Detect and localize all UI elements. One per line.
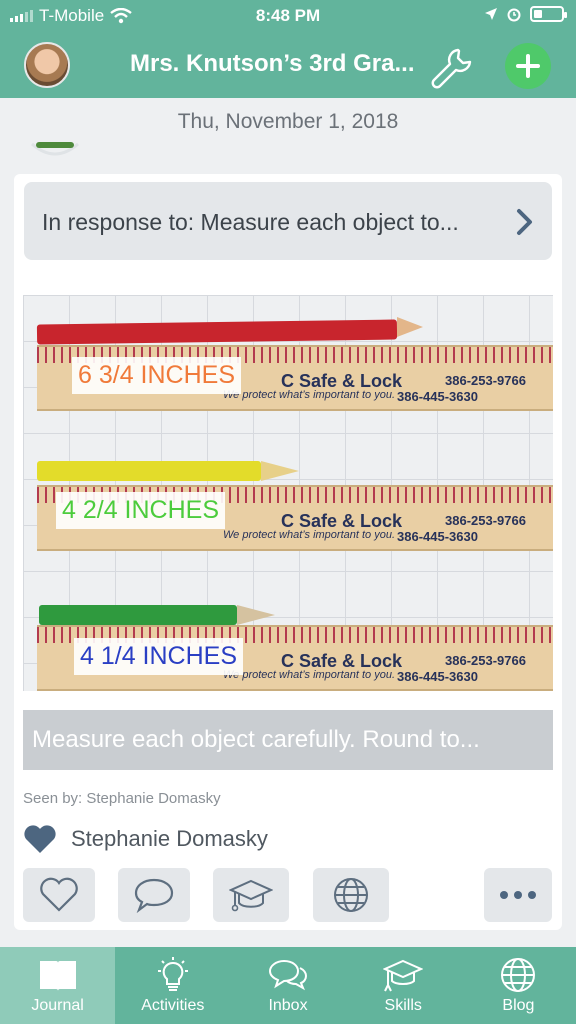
grad-cap-icon — [383, 959, 424, 992]
like-button[interactable] — [23, 868, 95, 922]
add-button[interactable] — [505, 43, 551, 89]
tab-activities[interactable]: Activities — [115, 947, 230, 1024]
response-link[interactable]: In response to: Measure each object to..… — [24, 182, 552, 260]
status-bar: T-Mobile 8:48 PM — [0, 0, 576, 32]
journal-icon — [39, 961, 76, 991]
location-icon — [485, 8, 497, 20]
alarm-icon — [507, 8, 521, 22]
battery-icon — [530, 6, 567, 22]
pencil-tip — [261, 461, 299, 481]
app-header: T-Mobile 8:48 PM Mrs. Knutson’s 3rd Gra.… — [0, 0, 576, 98]
liked-by: Stephanie Domasky — [23, 824, 268, 854]
tab-bar: Journal Activities Inbox Skills Blog — [0, 947, 576, 1024]
post-card: In response to: Measure each object to..… — [14, 174, 562, 930]
skill-button[interactable] — [213, 868, 289, 922]
chevron-right-icon — [517, 209, 532, 235]
class-title[interactable]: Mrs. Knutson’s 3rd Gra... — [130, 50, 415, 78]
liker-name: Stephanie Domasky — [71, 826, 268, 851]
response-text: In response to: Measure each object to..… — [42, 209, 459, 235]
share-button[interactable] — [313, 868, 389, 922]
globe-icon — [334, 878, 368, 912]
tab-blog[interactable]: Blog — [461, 947, 576, 1024]
measurement-label: 6 3/4 INCHES — [72, 357, 242, 394]
tab-label: Blog — [502, 997, 535, 1014]
post-caption[interactable]: Measure each object carefully. Round to.… — [23, 710, 553, 770]
chat-bubbles-icon — [268, 959, 308, 991]
tab-label: Activities — [141, 997, 205, 1014]
ruler-phone: 386-253-9766 — [445, 513, 526, 528]
ruler-phone: 386-253-9766 — [445, 373, 526, 388]
status-right — [484, 6, 567, 22]
pencil-tip — [397, 317, 423, 337]
ruler-phone: 386-445-3630 — [397, 529, 478, 544]
ruler-tagline: We protect what’s important to you. — [223, 669, 396, 681]
measurement-label: 4 1/4 INCHES — [74, 638, 244, 675]
plus-icon — [516, 54, 540, 78]
ruler-phone: 386-445-3630 — [397, 389, 478, 404]
tab-skills[interactable]: Skills — [346, 947, 461, 1024]
more-button[interactable] — [484, 868, 552, 922]
pencil-green — [39, 605, 237, 625]
avatar[interactable] — [24, 42, 70, 88]
heart-filled-icon — [24, 825, 56, 853]
tab-journal[interactable]: Journal — [0, 947, 116, 1024]
ruler-phone: 386-445-3630 — [397, 669, 478, 684]
ruler-tagline: We protect what’s important to you. — [223, 389, 396, 401]
pencil-tip — [237, 605, 275, 625]
heart-icon — [40, 877, 78, 912]
measurement-label: 4 2/4 INCHES — [56, 492, 226, 529]
seen-by: Seen by: Stephanie Domasky — [23, 790, 221, 807]
tab-label: Skills — [384, 997, 422, 1014]
grad-cap-icon — [229, 879, 273, 912]
tab-label: Journal — [31, 997, 84, 1014]
pencil-yellow — [37, 461, 261, 481]
ruler-tagline: We protect what’s important to you. — [223, 529, 396, 541]
comment-button[interactable] — [118, 868, 190, 922]
wrench-icon[interactable] — [428, 44, 476, 92]
comment-icon — [134, 878, 174, 914]
more-icon — [500, 891, 536, 899]
feed-date: Thu, November 1, 2018 — [177, 110, 399, 133]
ruler-phone: 386-253-9766 — [445, 653, 526, 668]
globe-icon — [501, 958, 536, 992]
post-photo[interactable]: C Safe & Lock 386-253-9766 386-445-3630 … — [23, 295, 553, 691]
tab-inbox[interactable]: Inbox — [230, 947, 345, 1024]
tab-label: Inbox — [268, 997, 308, 1014]
class-logo-icon — [31, 142, 79, 156]
lightbulb-icon — [157, 957, 188, 991]
